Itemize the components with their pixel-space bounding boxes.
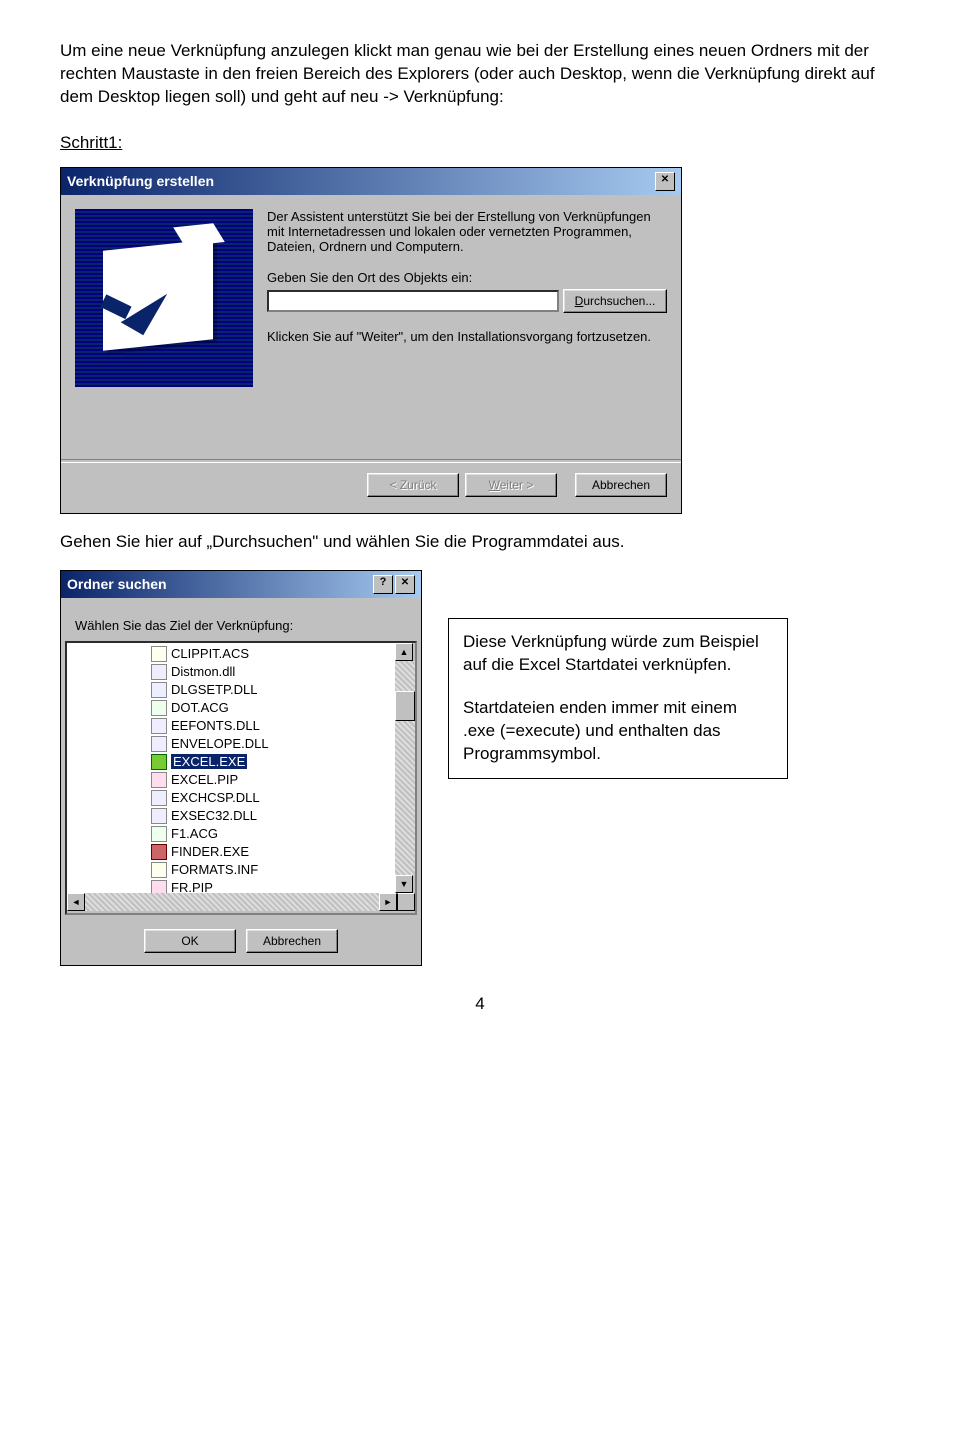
ok-button[interactable]: OK bbox=[144, 929, 236, 953]
create-shortcut-dialog: Verknüpfung erstellen Der Assistent unte… bbox=[60, 167, 682, 514]
scroll-corner bbox=[397, 893, 415, 911]
between-instruction: Gehen Sie hier auf „Durchsuchen" und wäh… bbox=[60, 532, 900, 552]
horizontal-scrollbar[interactable]: ◄ ► bbox=[67, 893, 415, 913]
list-item[interactable]: Distmon.dll bbox=[71, 663, 391, 681]
back-button: < Zurück bbox=[367, 473, 459, 497]
list-item[interactable]: F1.ACG bbox=[71, 825, 391, 843]
path-label: Geben Sie den Ort des Objekts ein: bbox=[267, 270, 667, 285]
file-icon bbox=[151, 790, 167, 806]
dialog-title: Verknüpfung erstellen bbox=[67, 173, 655, 189]
file-icon bbox=[151, 772, 167, 788]
file-icon bbox=[151, 664, 167, 680]
object-path-input[interactable] bbox=[267, 290, 559, 312]
list-item-label: EXCEL.EXE bbox=[171, 754, 247, 769]
browse-dialog-titlebar: Ordner suchen bbox=[61, 571, 421, 598]
file-icon bbox=[151, 844, 167, 860]
note-paragraph-1: Diese Verknüpfung würde zum Beispiel auf… bbox=[463, 631, 773, 677]
scroll-left-button[interactable]: ◄ bbox=[67, 893, 85, 911]
list-item[interactable]: EEFONTS.DLL bbox=[71, 717, 391, 735]
folder-browse-dialog: Ordner suchen Wählen Sie das Ziel der Ve… bbox=[60, 570, 422, 966]
list-item[interactable]: EXCEL.EXE bbox=[71, 753, 391, 771]
folder-tree[interactable]: CLIPPIT.ACS Distmon.dll DLGSETP.DLL DOT.ACG… bbox=[65, 641, 417, 915]
list-item[interactable]: FR.PIP bbox=[71, 879, 391, 893]
file-icon bbox=[151, 700, 167, 716]
close-icon[interactable] bbox=[655, 172, 675, 191]
file-icon bbox=[151, 862, 167, 878]
file-icon bbox=[151, 736, 167, 752]
list-item[interactable]: EXSEC32.DLL bbox=[71, 807, 391, 825]
page-number: 4 bbox=[60, 994, 900, 1014]
file-icon bbox=[151, 808, 167, 824]
list-item-label: FORMATS.INF bbox=[171, 862, 258, 877]
side-note: Diese Verknüpfung würde zum Beispiel auf… bbox=[448, 618, 788, 779]
list-item[interactable]: ENVELOPE.DLL bbox=[71, 735, 391, 753]
list-item-label: Distmon.dll bbox=[171, 664, 235, 679]
close-icon[interactable] bbox=[395, 575, 415, 594]
browse-cancel-button[interactable]: Abbrechen bbox=[246, 929, 338, 953]
file-icon bbox=[151, 880, 167, 893]
list-item[interactable]: DLGSETP.DLL bbox=[71, 681, 391, 699]
list-item[interactable]: FORMATS.INF bbox=[71, 861, 391, 879]
list-item[interactable]: EXCHCSP.DLL bbox=[71, 789, 391, 807]
list-item-label: FR.PIP bbox=[171, 880, 213, 893]
cancel-button[interactable]: Abbrechen bbox=[575, 473, 667, 497]
next-button: Weiter > bbox=[465, 473, 557, 497]
dialog-titlebar: Verknüpfung erstellen bbox=[61, 168, 681, 195]
list-item[interactable]: CLIPPIT.ACS bbox=[71, 645, 391, 663]
step-heading: Schritt1: bbox=[60, 133, 900, 153]
intro-paragraph: Um eine neue Verknüpfung anzulegen klick… bbox=[60, 40, 900, 109]
list-item-label: CLIPPIT.ACS bbox=[171, 646, 249, 661]
help-icon[interactable] bbox=[373, 575, 393, 594]
note-paragraph-2: Startdateien enden immer mit einem .exe … bbox=[463, 697, 773, 766]
list-item-label: DOT.ACG bbox=[171, 700, 229, 715]
list-item-label: FINDER.EXE bbox=[171, 844, 249, 859]
browse-dialog-title: Ordner suchen bbox=[67, 576, 373, 592]
wizard-illustration bbox=[75, 209, 253, 387]
file-icon bbox=[151, 718, 167, 734]
scroll-up-button[interactable]: ▲ bbox=[395, 643, 413, 661]
list-item[interactable]: FINDER.EXE bbox=[71, 843, 391, 861]
list-item[interactable]: DOT.ACG bbox=[71, 699, 391, 717]
file-icon bbox=[151, 826, 167, 842]
browse-prompt: Wählen Sie das Ziel der Verknüpfung: bbox=[65, 608, 421, 633]
file-icon bbox=[151, 682, 167, 698]
list-item[interactable]: EXCEL.PIP bbox=[71, 771, 391, 789]
list-item-label: ENVELOPE.DLL bbox=[171, 736, 269, 751]
browse-button[interactable]: Durchsuchen... bbox=[563, 289, 667, 313]
list-item-label: EXCEL.PIP bbox=[171, 772, 238, 787]
list-item-label: EXCHCSP.DLL bbox=[171, 790, 260, 805]
file-icon bbox=[151, 754, 167, 770]
wizard-continue-label: Klicken Sie auf "Weiter", um den Install… bbox=[267, 329, 667, 344]
list-item-label: DLGSETP.DLL bbox=[171, 682, 257, 697]
scroll-down-button[interactable]: ▼ bbox=[395, 875, 413, 893]
scroll-right-button[interactable]: ► bbox=[379, 893, 397, 911]
file-icon bbox=[151, 646, 167, 662]
list-item-label: EXSEC32.DLL bbox=[171, 808, 257, 823]
list-item-label: EEFONTS.DLL bbox=[171, 718, 260, 733]
list-item-label: F1.ACG bbox=[171, 826, 218, 841]
wizard-description: Der Assistent unterstützt Sie bei der Er… bbox=[267, 209, 667, 254]
vertical-scrollbar[interactable]: ▲ ▼ bbox=[395, 643, 415, 893]
